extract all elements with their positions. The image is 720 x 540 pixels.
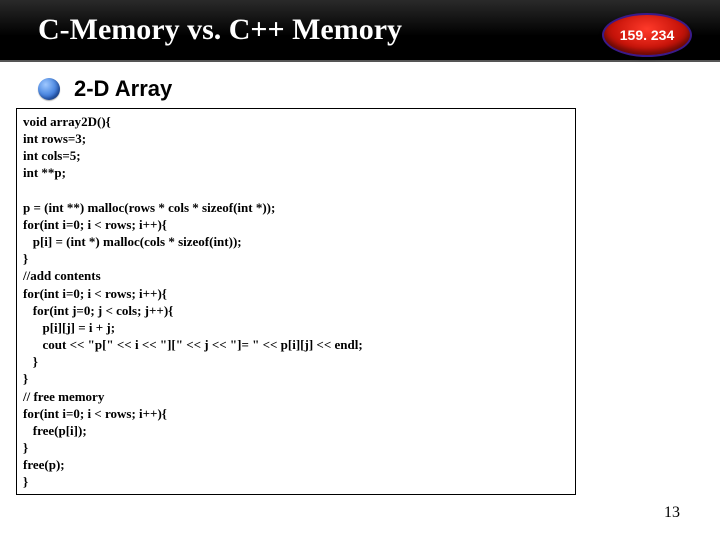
- course-badge: 159. 234: [602, 13, 692, 57]
- section-title: 2-D Array: [74, 76, 172, 102]
- bullet-icon: [38, 78, 60, 100]
- page-number: 13: [664, 504, 680, 522]
- code-block: void array2D(){ int rows=3; int cols=5; …: [16, 108, 576, 495]
- section-header: 2-D Array: [38, 76, 720, 102]
- title-bar: C-Memory vs. C++ Memory 159. 234: [0, 0, 720, 62]
- slide-title: C-Memory vs. C++ Memory: [38, 13, 402, 47]
